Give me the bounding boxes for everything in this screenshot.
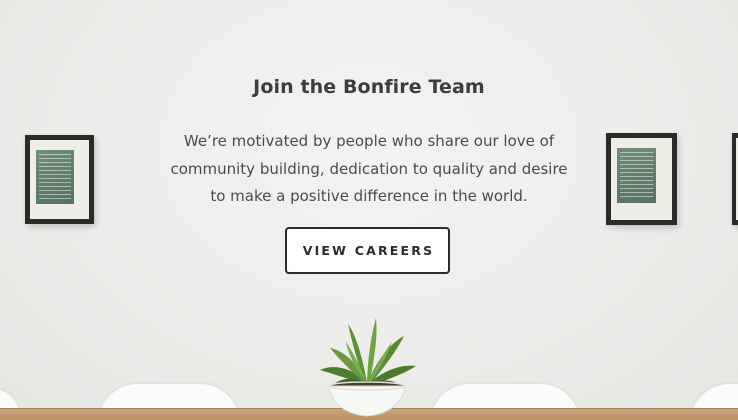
wall-picture-frame-edge: [732, 133, 738, 225]
view-careers-button[interactable]: VIEW CAREERS: [285, 227, 450, 274]
wall-picture-frame-right: [606, 133, 677, 225]
potted-plant-icon: [320, 318, 416, 417]
framed-print: [617, 148, 656, 203]
wall-picture-frame-left: [25, 135, 94, 224]
section-title: Join the Bonfire Team: [253, 76, 485, 98]
section-description: We’re motivated by people who share our …: [170, 132, 568, 205]
careers-hero: Join the Bonfire Team We’re motivated by…: [0, 0, 738, 420]
framed-print: [36, 150, 74, 204]
